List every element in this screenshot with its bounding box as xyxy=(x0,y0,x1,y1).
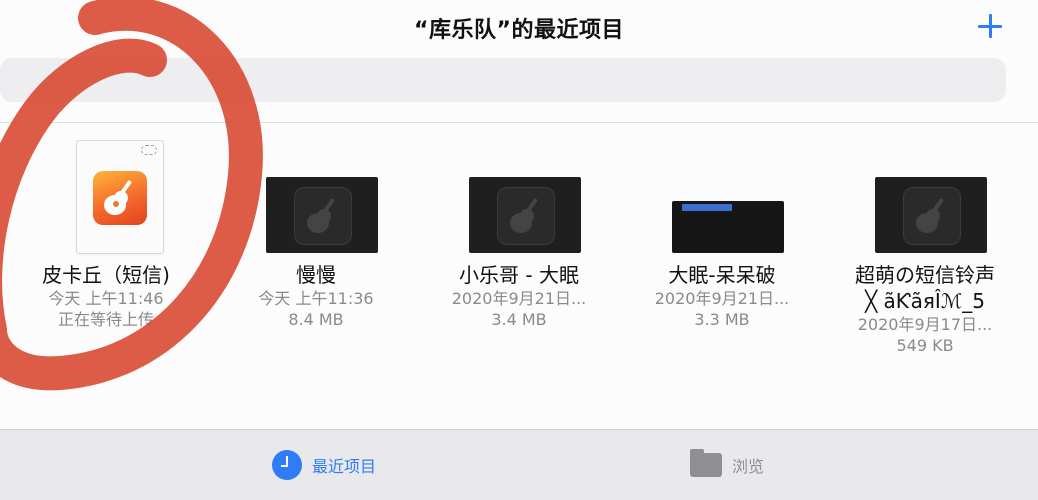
file-thumbnail xyxy=(622,140,822,258)
tab-bar: 最近项目 浏览 xyxy=(0,429,1038,500)
file-name: 大眠-呆呆破 xyxy=(668,263,776,287)
file-date: 2020年9月17日... xyxy=(857,315,993,334)
tab-recents[interactable]: 最近项目 xyxy=(272,448,376,482)
file-item-pikachu[interactable]: 皮卡丘（短信) 今天 上午11:46 正在等待上传 xyxy=(6,140,206,330)
file-item-manman[interactable]: 慢慢 今天 上午11:36 8.4 MB xyxy=(216,140,416,330)
page-title: “库乐队”的最近项目 xyxy=(414,18,624,43)
file-name-line2: ╳ ãƘãяÎℳ_5 xyxy=(865,289,985,313)
file-date: 2020年9月21日... xyxy=(451,289,587,308)
document-thumbnail xyxy=(76,140,164,254)
file-thumbnail xyxy=(825,140,1025,258)
garageband-icon xyxy=(93,171,147,225)
file-size: 3.3 MB xyxy=(694,310,750,329)
file-name: 慢慢 xyxy=(296,263,336,287)
file-item-damian[interactable]: 大眠-呆呆破 2020年9月21日... 3.3 MB xyxy=(622,140,822,330)
file-size: 549 KB xyxy=(896,336,954,355)
file-name: 皮卡丘（短信) xyxy=(42,263,170,287)
file-thumbnail xyxy=(216,140,416,258)
file-item-xiaolege[interactable]: 小乐哥 - 大眠 2020年9月21日... 3.4 MB xyxy=(419,140,619,330)
file-date: 2020年9月21日... xyxy=(654,289,790,308)
file-thumbnail xyxy=(419,140,619,258)
file-status: 正在等待上传 xyxy=(57,310,154,329)
screen-preview-strip xyxy=(682,204,732,211)
add-button[interactable] xyxy=(976,12,1004,40)
files-recents-screen: “库乐队”的最近项目 皮卡丘（短信) 今天 上午11:46 正在等待上传 慢慢 … xyxy=(0,0,1038,500)
file-date: 今天 上午11:46 xyxy=(48,289,164,308)
file-size: 8.4 MB xyxy=(288,310,344,329)
file-name: 超萌の短信铃声 xyxy=(855,263,995,287)
guitar-icon xyxy=(294,187,352,245)
folder-icon xyxy=(690,449,722,477)
header-divider xyxy=(0,122,1038,123)
project-thumbnail xyxy=(469,177,581,253)
file-item-chaomeng[interactable]: 超萌の短信铃声 ╳ ãƘãяÎℳ_5 2020年9月17日... 549 KB xyxy=(825,140,1025,356)
screen-preview-thumbnail xyxy=(672,201,784,253)
cloud-upload-icon xyxy=(141,145,157,155)
file-name: 小乐哥 - 大眠 xyxy=(459,263,579,287)
file-size: 3.4 MB xyxy=(491,310,547,329)
guitar-icon xyxy=(903,187,961,245)
file-thumbnail xyxy=(6,140,206,258)
tab-recents-label: 最近项目 xyxy=(312,457,377,476)
guitar-icon xyxy=(497,187,555,245)
project-thumbnail xyxy=(266,177,378,253)
clock-icon xyxy=(272,450,302,480)
file-date: 今天 上午11:36 xyxy=(258,289,374,308)
tab-browse-label: 浏览 xyxy=(732,457,765,476)
tab-browse[interactable]: 浏览 xyxy=(690,448,764,482)
project-thumbnail xyxy=(875,177,987,253)
search-input[interactable] xyxy=(0,58,1006,102)
